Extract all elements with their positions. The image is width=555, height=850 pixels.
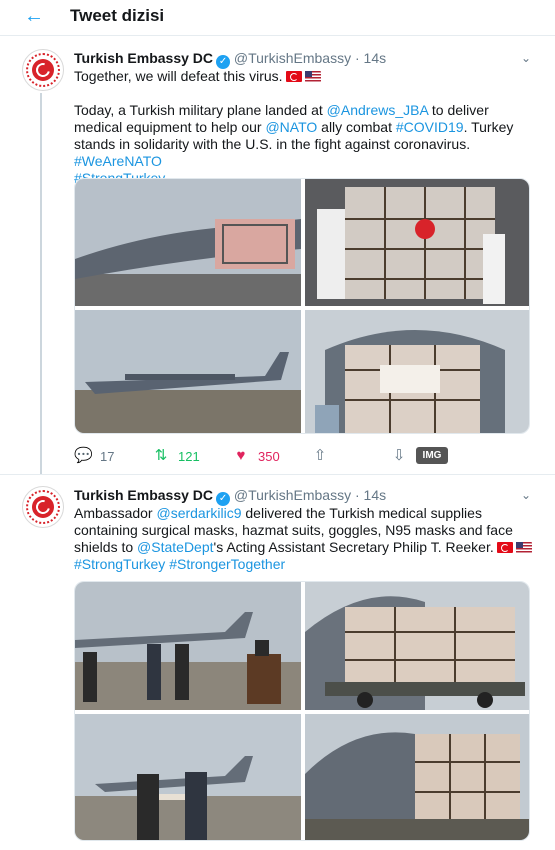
mention-link[interactable]: @NATO [265, 119, 317, 135]
text-line: Together, we will defeat this virus. [74, 68, 283, 84]
timestamp[interactable]: 14s [364, 487, 387, 503]
photo-handshake[interactable] [75, 714, 301, 840]
verified-badge-icon: ✓ [216, 492, 231, 506]
hashtag-link[interactable]: #WeAreNATO [74, 153, 162, 169]
photo-grid [74, 178, 530, 434]
heart-icon: ♥ [236, 447, 246, 464]
mention-link[interactable]: @StateDept [137, 539, 213, 555]
username[interactable]: @TurkishEmbassy [234, 50, 351, 66]
avatar[interactable] [22, 486, 64, 528]
timestamp[interactable]: 14s [364, 50, 387, 66]
text-segment: Ambassador [74, 505, 157, 521]
reply-icon: 💬 [74, 447, 93, 464]
photo-cargo-hold[interactable] [305, 179, 529, 306]
text-segment: Today, a Turkish military plane landed a… [74, 102, 327, 118]
reply-count: 17 [100, 448, 115, 464]
chevron-down-icon[interactable]: ⌄ [518, 487, 534, 503]
tweet[interactable]: Turkish Embassy DC ✓ @TurkishEmbassy · 14… [0, 475, 555, 850]
photo-loaded-truck[interactable] [305, 582, 529, 710]
chevron-down-icon[interactable]: ⌄ [518, 50, 534, 66]
photo-ceremony[interactable] [75, 582, 301, 710]
hashtag-link[interactable]: #StrongTurkey [74, 556, 165, 572]
retweet-button[interactable]: ⇅ 121 [152, 446, 200, 466]
us-flag-icon [515, 542, 532, 553]
like-count: 350 [258, 448, 280, 464]
hashtag-link[interactable]: #COVID19 [396, 119, 464, 135]
thread-line [40, 93, 42, 474]
verified-badge-icon: ✓ [216, 55, 231, 69]
top-bar: ← Tweet dizisi [0, 0, 555, 36]
tweet-actions: 💬 17 ⇅ 121 ♥ 350 ⇧ ⇩ IMG [74, 446, 534, 466]
download-icon: ⇩ [392, 447, 406, 464]
mention-link[interactable]: @Andrews_JBA [327, 102, 428, 118]
photo-grid [74, 581, 530, 841]
hashtag-link[interactable]: #StrongerTogether [169, 556, 285, 572]
turkey-flag-icon [496, 542, 513, 553]
us-flag-icon [304, 71, 321, 82]
mention-link[interactable]: @serdarkilic9 [156, 505, 241, 521]
text-segment: 's Acting Assistant Secretary Philip T. … [213, 539, 494, 555]
img-badge[interactable]: IMG [416, 447, 448, 464]
separator-dot: · [354, 487, 360, 503]
page-title: Tweet dizisi [70, 6, 165, 25]
display-name[interactable]: Turkish Embassy DC [74, 487, 213, 503]
photo-plane-nose[interactable] [75, 179, 301, 306]
tweet-header: Turkish Embassy DC ✓ @TurkishEmbassy · 14… [74, 50, 387, 69]
photo-plane-side[interactable] [75, 310, 301, 433]
tweet-text: Ambassador @serdarkilic9 delivered the T… [74, 505, 534, 573]
share-icon: ⇧ [313, 447, 327, 464]
share-button[interactable]: ⇧ [311, 446, 329, 466]
tweet[interactable]: Turkish Embassy DC ✓ @TurkishEmbassy · 14… [0, 37, 555, 474]
reply-button[interactable]: 💬 17 [74, 446, 114, 466]
arrow-left-icon[interactable]: ← [22, 4, 46, 28]
separator-dot: · [354, 50, 360, 66]
tweet-text: Together, we will defeat this virus. Tod… [74, 68, 534, 187]
photo-cargo-pallets[interactable] [305, 714, 529, 840]
like-button[interactable]: ♥ 350 [232, 446, 280, 466]
retweet-count: 121 [178, 448, 200, 464]
retweet-icon: ⇅ [154, 447, 168, 464]
download-button[interactable]: ⇩ [390, 446, 408, 466]
tweet-header: Turkish Embassy DC ✓ @TurkishEmbassy · 14… [74, 487, 387, 506]
avatar[interactable] [22, 49, 64, 91]
turkey-flag-icon [285, 71, 302, 82]
username[interactable]: @TurkishEmbassy [234, 487, 351, 503]
text-segment: ally combat [317, 119, 396, 135]
display-name[interactable]: Turkish Embassy DC [74, 50, 213, 66]
photo-cargo-boxes[interactable] [305, 310, 529, 433]
